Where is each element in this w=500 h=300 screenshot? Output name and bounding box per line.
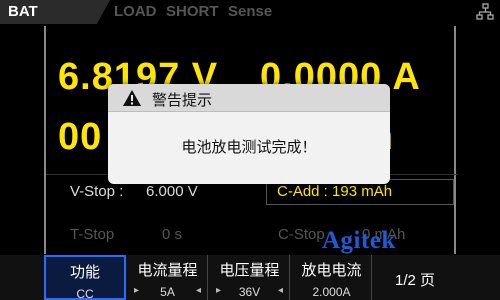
tstop-value[interactable]: 0 s [162, 226, 182, 243]
param-row-2: T-Stop 0 s C-Stop 0 mAh [46, 218, 458, 250]
softkey-page[interactable]: 1/2 页 [374, 255, 456, 300]
warning-icon [123, 90, 141, 106]
vstop-value[interactable]: 6.000 V [146, 183, 198, 200]
softkey-discharge-current-label: 放电电流 [301, 262, 362, 279]
arrow-left-icon[interactable]: ◂ [196, 285, 201, 296]
watermark-logo: Agitek [322, 227, 396, 254]
softkey-page-label: 1/2 页 [394, 272, 436, 289]
dialog-header: 警告提示 [108, 84, 390, 112]
softkey-current-range[interactable]: 电流量程 ▸ 5A ◂ [128, 255, 208, 300]
cadd-label: C-Add : [277, 183, 328, 200]
vstop-label: V-Stop : [70, 183, 124, 200]
softkey-function-label: 功能 [69, 264, 100, 281]
softkey-discharge-current-value: 2.000A [312, 285, 351, 299]
softkey-voltage-range-label: 电压量程 [219, 262, 280, 279]
tstop-label: T-Stop [70, 226, 115, 243]
mode-bar: BAT LOAD SHORT Sense [0, 0, 500, 24]
cstop-label: C-Stop [278, 226, 325, 243]
cadd-value: 193 mAh [332, 183, 393, 200]
mode-tab-short[interactable]: SHORT [166, 0, 219, 24]
softkey-function[interactable]: 功能 CC [44, 255, 126, 300]
softkey-voltage-range[interactable]: 电压量程 ▸ 36V ◂ [210, 255, 290, 300]
partial-reading-left: 00 [58, 116, 103, 158]
mode-tab-sense[interactable]: Sense [228, 0, 272, 24]
warning-dialog[interactable]: 警告提示 电池放电测试完成！ [108, 84, 390, 184]
mode-tab-bat[interactable]: BAT [0, 0, 110, 24]
arrow-left-icon[interactable]: ◂ [278, 285, 283, 296]
mode-tab-load[interactable]: LOAD [114, 0, 157, 24]
softkey-discharge-current[interactable]: 放电电流 2.000A [292, 255, 372, 300]
dialog-message: 电池放电测试完成！ [181, 139, 317, 156]
network-icon [476, 3, 494, 20]
dialog-title: 警告提示 [152, 92, 213, 109]
softkey-function-value: CC [76, 287, 94, 300]
softkey-bar: 功能 CC 电流量程 ▸ 5A ◂ 电压量程 ▸ 36V ◂ 放电电流 2.00… [0, 255, 500, 300]
softkey-current-range-label: 电流量程 [137, 262, 198, 279]
